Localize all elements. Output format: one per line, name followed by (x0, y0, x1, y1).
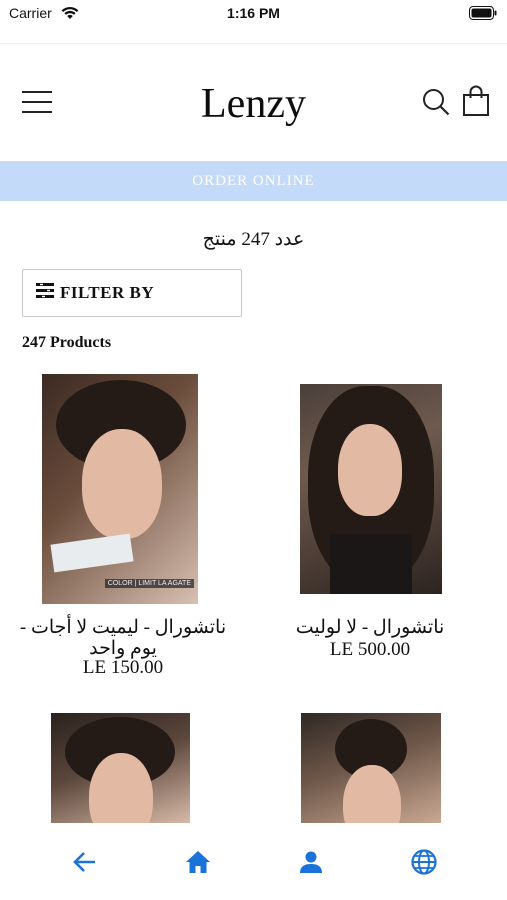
face-shape (82, 429, 162, 539)
products-count: 247 Products (22, 334, 112, 351)
battery-icon (469, 6, 497, 23)
app-screen: Carrier 1:16 PM Lenzy ORDER ONLINE عدد 2… (0, 0, 507, 900)
filter-by-button[interactable]: FILTER BY (22, 269, 242, 317)
filter-by-label: FILTER BY (60, 283, 155, 302)
home-icon[interactable] (184, 848, 212, 876)
clock: 1:16 PM (227, 5, 280, 21)
product-price: LE 500.00 (329, 639, 411, 660)
status-bar: Carrier 1:16 PM (0, 0, 507, 28)
product-title[interactable]: ناتشورال - لا لوليت (265, 617, 475, 638)
user-icon[interactable] (297, 848, 325, 876)
product-image-tag: COLOR | LIMIT LA AGATE (104, 579, 194, 588)
header-divider (0, 43, 507, 44)
product-title[interactable]: ناتشورال - ليميت لا أجات - يوم واحد (14, 617, 232, 659)
shopping-bag-icon[interactable] (462, 85, 490, 122)
product-price: LE 150.00 (82, 657, 164, 678)
order-online-banner[interactable]: ORDER ONLINE (0, 161, 507, 201)
product-image[interactable] (300, 384, 442, 594)
search-icon[interactable] (422, 88, 450, 121)
back-arrow-icon[interactable] (71, 848, 99, 876)
bottom-tab-bar (0, 823, 507, 900)
globe-icon[interactable] (410, 848, 438, 876)
dress-shape (330, 534, 412, 594)
product-image[interactable] (301, 713, 441, 823)
collar-shape (50, 533, 134, 573)
product-image[interactable]: COLOR | LIMIT LA AGATE (42, 374, 198, 604)
face-shape (338, 424, 402, 516)
product-count-heading: عدد 247 منتج (202, 229, 305, 250)
filter-icon (36, 283, 54, 303)
face-shape (343, 765, 401, 823)
product-image[interactable] (51, 713, 190, 823)
